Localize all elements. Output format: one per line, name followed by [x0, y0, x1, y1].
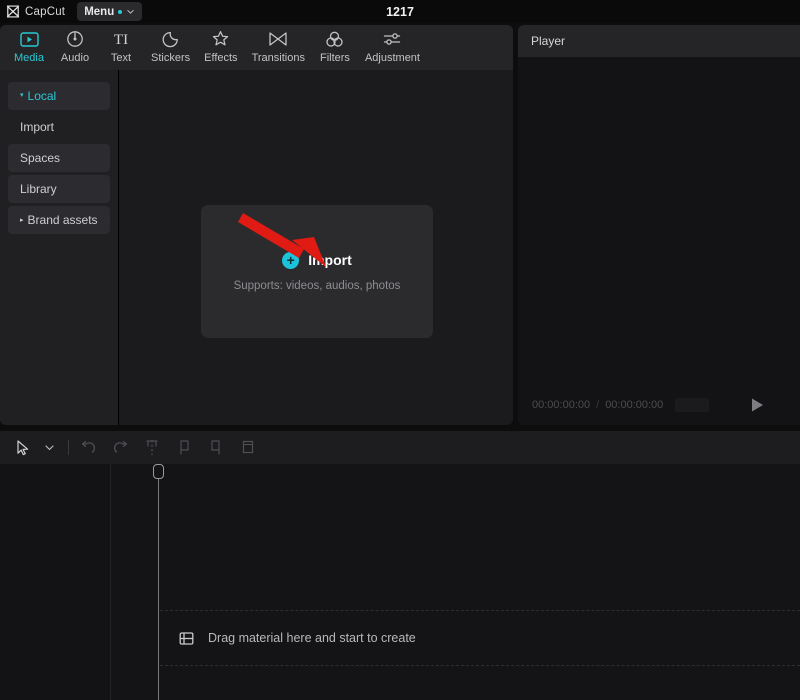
tab-text[interactable]: TI Text: [98, 25, 144, 70]
svg-text:TI: TI: [114, 32, 128, 47]
sidebar-item-library[interactable]: Library: [8, 175, 110, 203]
brand: CapCut: [0, 5, 65, 18]
tab-text-label: Text: [110, 52, 132, 64]
playhead[interactable]: [153, 464, 164, 700]
tab-audio[interactable]: Audio: [52, 25, 98, 70]
sidebar-item-spaces[interactable]: Spaces: [8, 144, 110, 172]
play-triangle-icon: [752, 398, 763, 412]
tab-media-label: Media: [14, 52, 44, 64]
player-preview-stage[interactable]: [518, 57, 800, 385]
effects-sparkle-icon: [211, 29, 230, 49]
sidebar-item-spaces-label: Spaces: [20, 151, 61, 165]
player-controls: 00:00:00:00 / 00:00:00:00: [518, 385, 800, 425]
tab-audio-label: Audio: [60, 52, 90, 64]
media-content-area: + Import Supports: videos, audios, photo…: [118, 70, 513, 425]
import-card-subtitle: Supports: videos, audios, photos: [233, 279, 401, 292]
select-arrow-tool[interactable]: [10, 435, 36, 461]
plus-circle-icon: +: [282, 251, 300, 269]
sidebar-item-brand-assets[interactable]: ▸ Brand assets: [8, 206, 110, 234]
toolbar-divider: [68, 440, 69, 455]
caret-right-icon: ▸: [20, 217, 24, 224]
chevron-down-icon: [127, 9, 134, 14]
adjustment-sliders-icon: [382, 29, 402, 49]
player-title: Player: [531, 34, 566, 48]
sidebar-item-import-label: Import: [20, 120, 55, 134]
capcut-logo-icon: [6, 5, 20, 18]
play-button[interactable]: [750, 397, 764, 413]
import-card-title: Import: [308, 252, 352, 268]
timeline-tracks-area[interactable]: Drag material here and start to create: [0, 464, 800, 700]
timeline-track-headers: [0, 464, 110, 700]
tab-stickers-label: Stickers: [151, 52, 191, 64]
tab-effects-label: Effects: [204, 52, 238, 64]
import-card[interactable]: + Import Supports: videos, audios, photo…: [201, 205, 433, 338]
tab-effects[interactable]: Effects: [197, 25, 244, 70]
media-sidebar: ▾ Local Import Spaces Library ▸ Brand as…: [0, 70, 118, 425]
tool-dropdown[interactable]: [36, 435, 62, 461]
notification-dot-icon: [118, 9, 123, 14]
crop-frame-icon: [242, 440, 254, 454]
caret-down-icon: ▾: [20, 92, 24, 99]
media-tab-bar: Media Audio TI Text Stickers Effects Tra…: [0, 25, 513, 70]
tab-filters[interactable]: Filters: [312, 25, 358, 70]
sidebar-item-library-label: Library: [20, 182, 57, 196]
brand-name: CapCut: [25, 5, 66, 18]
player-current-time[interactable]: 00:00:00:00: [532, 399, 590, 411]
sticker-moon-icon: [162, 29, 180, 49]
media-stack-icon: [179, 631, 194, 645]
sidebar-item-brand-assets-label: Brand assets: [27, 213, 98, 227]
timeline-dropzone-label: Drag material here and start to create: [208, 631, 416, 645]
tab-stickers[interactable]: Stickers: [144, 25, 197, 70]
chevron-down-icon: [44, 445, 54, 451]
tab-filters-label: Filters: [319, 52, 350, 64]
timeline-divider: [110, 464, 111, 700]
transitions-bowtie-icon: [268, 29, 288, 49]
time-separator: /: [596, 399, 600, 411]
trim-left-icon: [180, 440, 189, 455]
media-play-frame-icon: [19, 29, 39, 49]
delete-left-tool[interactable]: [171, 435, 197, 461]
tab-adjustment-label: Adjustment: [364, 52, 420, 64]
timeline-panel: Drag material here and start to create: [0, 431, 800, 700]
undo-tool[interactable]: [75, 435, 101, 461]
player-header: Player: [518, 25, 800, 57]
media-panel: Media Audio TI Text Stickers Effects Tra…: [0, 25, 513, 425]
split-tool[interactable]: [139, 435, 165, 461]
timeline-dropzone[interactable]: Drag material here and start to create: [160, 610, 800, 666]
crop-tool[interactable]: [235, 435, 261, 461]
sidebar-item-import[interactable]: Import: [8, 113, 110, 141]
sidebar-item-local-label: Local: [27, 89, 57, 103]
tab-transitions[interactable]: Transitions: [245, 25, 312, 70]
split-scissors-icon: [146, 440, 158, 455]
tab-adjustment[interactable]: Adjustment: [358, 25, 427, 70]
cursor-arrow-icon: [17, 439, 29, 455]
aspect-ratio-selector[interactable]: [675, 398, 710, 412]
menu-button-label: Menu: [84, 5, 115, 18]
timeline-toolbar: [0, 431, 800, 464]
text-ti-icon: TI: [110, 29, 132, 49]
sidebar-item-local[interactable]: ▾ Local: [8, 82, 110, 110]
menu-button[interactable]: Menu: [77, 2, 143, 21]
redo-tool[interactable]: [107, 435, 133, 461]
import-row: + Import: [282, 251, 352, 269]
redo-arrow-icon: [113, 440, 127, 453]
title-bar: CapCut Menu 1217: [0, 0, 800, 23]
audio-note-icon: [66, 29, 84, 49]
capcut-editor-window: CapCut Menu 1217 Media Audio TI Text Sti…: [0, 0, 800, 700]
undo-arrow-icon: [81, 440, 95, 453]
playhead-handle[interactable]: [153, 464, 164, 479]
trim-right-icon: [211, 440, 220, 455]
tab-media[interactable]: Media: [6, 25, 52, 70]
player-total-time: 00:00:00:00: [605, 399, 664, 411]
tab-transitions-label: Transitions: [251, 52, 305, 64]
filters-circles-icon: [325, 29, 344, 49]
player-panel: Player 00:00:00:00 / 00:00:00:00: [518, 25, 800, 425]
delete-right-tool[interactable]: [203, 435, 229, 461]
